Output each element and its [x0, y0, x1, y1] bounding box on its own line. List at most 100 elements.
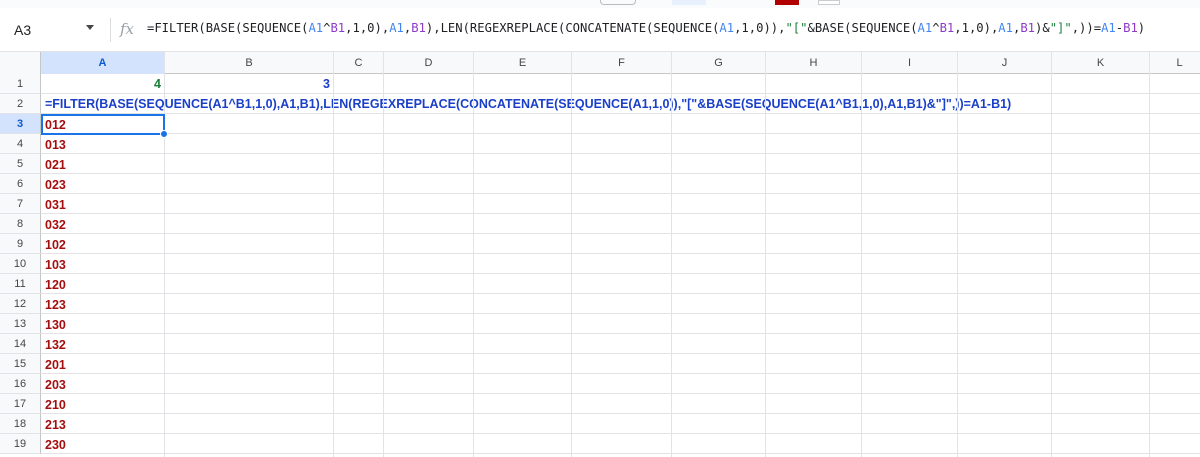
column-header-e[interactable]: E: [474, 52, 572, 74]
result-cell[interactable]: 203: [41, 375, 165, 395]
formula-token: ,))=: [1071, 21, 1102, 35]
row-header-14[interactable]: 14: [0, 334, 41, 354]
gridline: [383, 74, 384, 457]
row-header-8[interactable]: 8: [0, 214, 41, 234]
column-header-a[interactable]: A: [41, 52, 165, 74]
formula-token: "[": [785, 21, 808, 35]
formula-token: ,1,0),: [345, 21, 390, 35]
result-cell[interactable]: 230: [41, 435, 165, 455]
column-headers: ABCDEFGHIJKL: [0, 52, 1200, 74]
result-cell[interactable]: 132: [41, 335, 165, 355]
fill-color-icon[interactable]: [818, 0, 840, 5]
formula-token: A1: [998, 21, 1013, 35]
column-header-d[interactable]: D: [384, 52, 474, 74]
column-header-f[interactable]: F: [572, 52, 672, 74]
gridline: [957, 74, 958, 457]
formula-token: &BASE(SEQUENCE(: [807, 21, 918, 35]
column-header-g[interactable]: G: [672, 52, 766, 74]
result-cell[interactable]: 213: [41, 415, 165, 435]
toolbar-button[interactable]: [600, 0, 636, 5]
formula-token: )&: [1035, 21, 1050, 35]
result-cell[interactable]: 032: [41, 215, 165, 235]
row-header-7[interactable]: 7: [0, 194, 41, 214]
formula-token: =FILTER(BASE(SEQUENCE(: [147, 21, 309, 35]
column-header-j[interactable]: J: [958, 52, 1052, 74]
result-cell[interactable]: 103: [41, 255, 165, 275]
column-header-k[interactable]: K: [1052, 52, 1150, 74]
result-cell[interactable]: 012: [41, 115, 165, 135]
formula-token: B1: [330, 21, 346, 35]
result-cell[interactable]: 102: [41, 235, 165, 255]
row-header-10[interactable]: 10: [0, 254, 41, 274]
row-header-4[interactable]: 4: [0, 134, 41, 154]
chevron-down-icon[interactable]: [86, 25, 94, 30]
column-header-h[interactable]: H: [766, 52, 862, 74]
gridline: [1051, 74, 1052, 457]
cell-a2[interactable]: =FILTER(BASE(SEQUENCE(A1^B1,1,0),A1,B1),…: [45, 94, 1145, 114]
formula-token: A1: [719, 21, 735, 35]
gridline: [765, 74, 766, 457]
fx-icon: fx: [120, 20, 135, 38]
formula-token: A1: [389, 21, 404, 35]
result-cell[interactable]: 123: [41, 295, 165, 315]
select-all-corner[interactable]: [0, 52, 41, 74]
row-header-15[interactable]: 15: [0, 354, 41, 374]
formula-token: ,1,0),: [954, 21, 999, 35]
row-header-9[interactable]: 9: [0, 234, 41, 254]
formula-token: A1: [917, 21, 933, 35]
column-header-b[interactable]: B: [165, 52, 334, 74]
formula-token: B1: [1020, 21, 1036, 35]
fill-handle[interactable]: [160, 130, 168, 138]
row-header-6[interactable]: 6: [0, 174, 41, 194]
formula-token: A1: [1101, 21, 1116, 35]
formula-token: ,1,0)),: [734, 21, 786, 35]
formula-token: B1: [411, 21, 426, 35]
result-cell[interactable]: 013: [41, 135, 165, 155]
row-header-17[interactable]: 17: [0, 394, 41, 414]
row-header-19[interactable]: 19: [0, 434, 41, 454]
formula-token: B1: [939, 21, 955, 35]
column-header-l[interactable]: L: [1150, 52, 1200, 74]
result-cell[interactable]: 021: [41, 155, 165, 175]
row-header-1[interactable]: 1: [0, 74, 41, 94]
toolbar-button[interactable]: [672, 0, 706, 5]
formula-token: ^: [932, 21, 940, 35]
text-color-icon[interactable]: [775, 0, 799, 5]
result-cell[interactable]: 120: [41, 275, 165, 295]
result-cell[interactable]: 201: [41, 355, 165, 375]
formula-token: -: [1115, 21, 1124, 35]
formula-token: ),LEN(REGEXREPLACE(CONCATENATE(SEQUENCE(: [425, 21, 720, 35]
row-header-5[interactable]: 5: [0, 154, 41, 174]
row-header-18[interactable]: 18: [0, 414, 41, 434]
result-cell[interactable]: 023: [41, 175, 165, 195]
toolbar: [0, 0, 1200, 8]
row-header-13[interactable]: 13: [0, 314, 41, 334]
gridline: [861, 74, 862, 457]
cell-grid[interactable]: 4 3 =FILTER(BASE(SEQUENCE(A1^B1,1,0),A1,…: [41, 74, 1200, 457]
formula-token: "]": [1049, 21, 1072, 35]
row-header-2[interactable]: 2: [0, 94, 41, 114]
divider: [110, 18, 111, 42]
gridline: [333, 74, 334, 457]
column-header-i[interactable]: I: [862, 52, 958, 74]
formula-token: ): [1137, 21, 1146, 35]
name-box[interactable]: A3: [0, 8, 106, 52]
gridline: [571, 74, 572, 457]
gridline: [473, 74, 474, 457]
result-cell[interactable]: 130: [41, 315, 165, 335]
cell-b1[interactable]: 3: [165, 74, 334, 94]
column-header-c[interactable]: C: [334, 52, 384, 74]
result-cell[interactable]: 210: [41, 395, 165, 415]
row-header-3[interactable]: 3: [0, 114, 41, 134]
row-header-16[interactable]: 16: [0, 374, 41, 394]
result-cell[interactable]: 031: [41, 195, 165, 215]
row-header-12[interactable]: 12: [0, 294, 41, 314]
gridline: [671, 74, 672, 457]
formula-bar: A3 fx =FILTER(BASE(SEQUENCE(A1^B1,1,0),A…: [0, 8, 1200, 52]
gridline: [1149, 74, 1150, 457]
formula-input[interactable]: =FILTER(BASE(SEQUENCE(A1^B1,1,0),A1,B1),…: [147, 21, 1145, 35]
row-header-11[interactable]: 11: [0, 274, 41, 294]
formula-token: A1: [308, 21, 324, 35]
cell-a1[interactable]: 4: [41, 74, 165, 94]
formula-token: B1: [1123, 21, 1138, 35]
